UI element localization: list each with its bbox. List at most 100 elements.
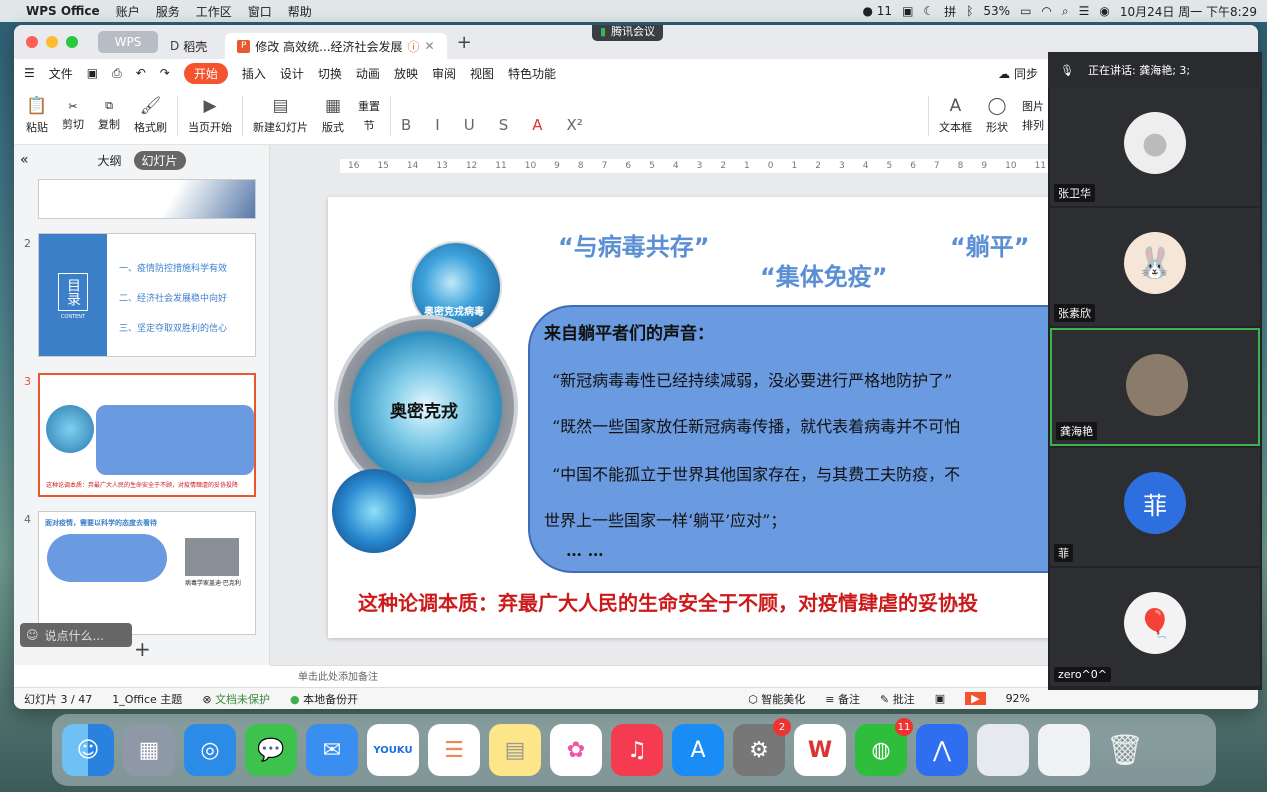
tab-document[interactable]: P 修改 高效统...经济社会发展 ⓘ ✕: [225, 33, 447, 59]
layout-button[interactable]: ▦ 版式: [318, 96, 348, 135]
tab-view[interactable]: 视图: [470, 65, 494, 82]
reminders-icon[interactable]: ☰: [428, 724, 480, 776]
system-preferences-icon[interactable]: ⚙ 2: [733, 718, 791, 776]
comment-input[interactable]: ☺ 说点什么...: [20, 623, 132, 647]
slide-thumbnail-1[interactable]: [38, 179, 256, 219]
picture-button[interactable]: 图片 排列: [1018, 98, 1048, 133]
safari-icon[interactable]: ◎: [184, 724, 236, 776]
new-tab-icon[interactable]: +: [457, 32, 472, 53]
cut-button[interactable]: ✂ 剪切: [58, 100, 88, 132]
photos-icon[interactable]: ✿: [550, 724, 602, 776]
participant-tile[interactable]: 🐰 张素欣: [1050, 208, 1260, 326]
paste-button[interactable]: 📋 粘贴: [22, 96, 52, 135]
notes-icon[interactable]: ▤: [489, 724, 541, 776]
virus-corner-image[interactable]: [332, 469, 416, 553]
title-herd-immunity[interactable]: “集体免疫”: [760, 257, 888, 292]
wps-status-icon[interactable]: ▣: [902, 4, 913, 18]
view-normal-icon[interactable]: ▣: [935, 692, 945, 705]
strikethrough-icon[interactable]: S: [499, 116, 509, 134]
launchpad-icon[interactable]: ▦: [123, 724, 175, 776]
participant-tile[interactable]: ● 张卫华: [1050, 88, 1260, 206]
slide-thumbnail-3[interactable]: 这种论调本质：弃最广大人民的生命安全于不顾，对疫情肆虐的妥协投降: [38, 373, 256, 497]
menu-help[interactable]: 帮助: [288, 3, 312, 20]
superscript-icon[interactable]: X²: [567, 116, 583, 134]
slide-thumbnail-4[interactable]: 面对疫情，需要以科学的态度去看待 病毒学家盖迪·巴克利: [38, 511, 256, 635]
title-coexist[interactable]: “与病毒共存”: [558, 227, 710, 262]
play-slideshow-button[interactable]: ▶: [965, 692, 986, 705]
undo-icon[interactable]: ↶: [136, 66, 146, 80]
tab-slideshow[interactable]: 放映: [394, 65, 418, 82]
downloads-stack-icon[interactable]: [1038, 724, 1090, 776]
wechat-icon[interactable]: ◍ 11: [855, 718, 913, 776]
hamburger-icon[interactable]: ☰: [24, 66, 35, 80]
preview-window-icon[interactable]: [977, 724, 1029, 776]
mic-icon[interactable]: 🎙: [1060, 64, 1074, 77]
participant-tile-speaking[interactable]: 龚海艳: [1050, 328, 1260, 446]
tab-insert[interactable]: 插入: [242, 65, 266, 82]
copy-button[interactable]: ⧉ 复制: [94, 99, 124, 132]
finder-icon[interactable]: ☺: [62, 724, 114, 776]
bold-icon[interactable]: B: [401, 116, 411, 134]
shape-button[interactable]: ◯ 形状: [982, 96, 1012, 135]
participant-tile[interactable]: 🎈 zero^0^: [1050, 568, 1260, 686]
tencent-meeting-icon[interactable]: ⋀: [916, 724, 968, 776]
save-icon[interactable]: ▣: [87, 66, 98, 80]
redo-icon[interactable]: ↷: [160, 66, 170, 80]
tab-daoke[interactable]: D 稻壳: [158, 33, 219, 59]
close-tab-icon[interactable]: ✕: [425, 39, 435, 53]
app-store-icon[interactable]: A: [672, 724, 724, 776]
youku-icon[interactable]: YOUKU: [367, 724, 419, 776]
meeting-pill[interactable]: ▮ 腾讯会议: [592, 25, 664, 41]
wechat-status-icon[interactable]: ● 11: [862, 4, 892, 18]
start-from-current-button[interactable]: ▶ 当页开始: [184, 96, 236, 135]
control-center-icon[interactable]: ☰: [1079, 4, 1090, 18]
conclusion-text[interactable]: 这种论调本质：弃最广大人民的生命安全于不顾，对疫情肆虐的妥协投: [358, 587, 978, 616]
moon-icon[interactable]: ☾: [923, 4, 934, 18]
font-color-icon[interactable]: A: [532, 116, 542, 134]
textbox-button[interactable]: A 文本框: [935, 96, 976, 135]
bluetooth-icon[interactable]: ᛒ: [966, 4, 973, 18]
minimize-window-icon[interactable]: [46, 36, 58, 48]
input-method-icon[interactable]: 拼: [944, 3, 956, 20]
tab-special[interactable]: 特色功能: [508, 65, 556, 82]
smart-beautify-button[interactable]: ⬡ 智能美化: [748, 691, 805, 707]
backup-status[interactable]: ● 本地备份开: [290, 691, 358, 707]
notes-button[interactable]: ≡ 备注: [825, 691, 860, 707]
wps-icon[interactable]: W: [794, 724, 846, 776]
title-lie-flat[interactable]: “躺平”: [950, 227, 1030, 262]
tab-start[interactable]: 开始: [183, 62, 228, 84]
zoom-value[interactable]: 92%: [1006, 692, 1030, 705]
menu-account[interactable]: 账户: [116, 3, 140, 20]
menu-workspace[interactable]: 工作区: [196, 3, 232, 20]
add-slide-button[interactable]: +: [134, 637, 151, 661]
wifi-icon[interactable]: ◠: [1041, 4, 1051, 18]
close-window-icon[interactable]: [26, 36, 38, 48]
tab-design[interactable]: 设计: [280, 65, 304, 82]
format-painter-button[interactable]: 🖌 格式刷: [130, 96, 171, 135]
tab-review[interactable]: 审阅: [432, 65, 456, 82]
tab-transition[interactable]: 切换: [318, 65, 342, 82]
search-icon[interactable]: ⌕: [1062, 4, 1069, 19]
italic-icon[interactable]: I: [435, 116, 439, 134]
protect-status[interactable]: ⊗ 文档未保护: [202, 691, 270, 707]
collapse-sidebar-icon[interactable]: «: [20, 152, 29, 168]
reset-button[interactable]: 重置节: [354, 98, 384, 133]
app-menu[interactable]: WPS Office: [26, 4, 100, 18]
sync-button[interactable]: ☁ 同步: [998, 65, 1038, 82]
messages-icon[interactable]: 💬: [245, 724, 297, 776]
underline-icon[interactable]: U: [464, 116, 475, 134]
siri-icon[interactable]: ◉: [1099, 4, 1109, 18]
clock[interactable]: 10月24日 周一 下午8:29: [1120, 3, 1257, 20]
zoom-window-icon[interactable]: [66, 36, 78, 48]
mail-icon[interactable]: ✉: [306, 724, 358, 776]
comment-button[interactable]: ✎ 批注: [880, 691, 915, 707]
tab-animation[interactable]: 动画: [356, 65, 380, 82]
tab-wps[interactable]: WPS: [98, 31, 158, 53]
tab-slides[interactable]: 幻灯片: [133, 150, 186, 170]
new-slide-button[interactable]: ▤ 新建幻灯片: [249, 96, 312, 135]
battery-icon[interactable]: ▭: [1020, 4, 1031, 18]
menu-service[interactable]: 服务: [156, 3, 180, 20]
menu-window[interactable]: 窗口: [248, 3, 272, 20]
tab-outline[interactable]: 大纲: [97, 152, 121, 169]
file-menu[interactable]: 文件: [49, 65, 73, 82]
